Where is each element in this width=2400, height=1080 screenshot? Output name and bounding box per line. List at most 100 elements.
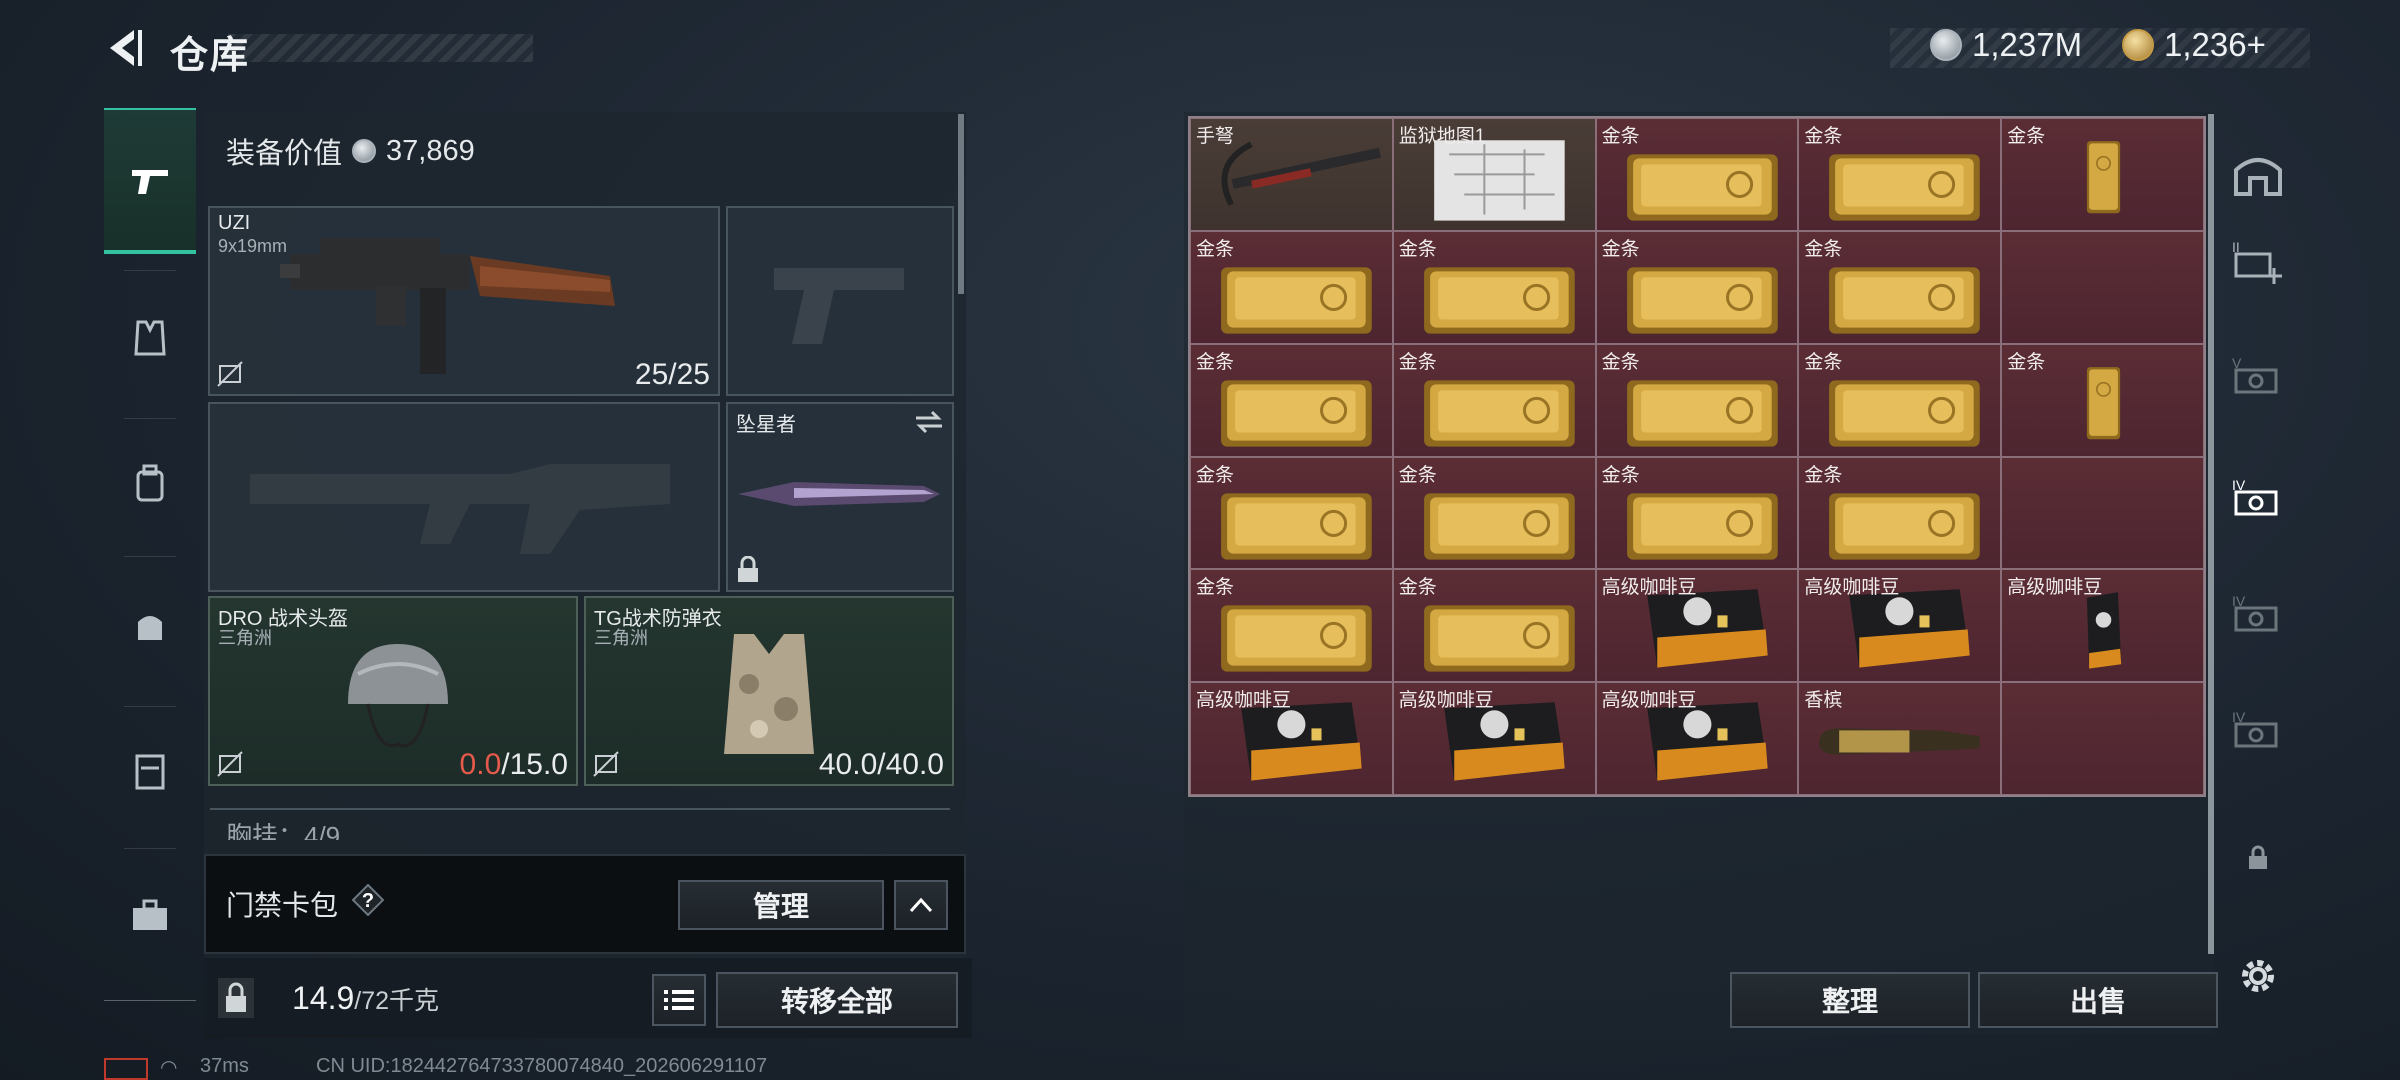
tab-rig[interactable]	[104, 268, 196, 408]
stash-item-label: 金条	[1601, 351, 1640, 373]
stash-item-label: 金条	[1196, 577, 1235, 599]
stash-tab-2[interactable]: II	[2228, 234, 2288, 290]
list-icon	[664, 990, 694, 1010]
transfer-all-button[interactable]: 转移全部	[716, 972, 958, 1028]
stash-item-gold[interactable]: 金条	[1595, 456, 1799, 570]
stash-tab-6[interactable]: IV	[2228, 704, 2288, 760]
stash-tab-5[interactable]: IV	[2228, 588, 2288, 644]
stash-tab-4[interactable]: IV	[2228, 472, 2288, 528]
stash-item-gold[interactable]: 金条	[1392, 569, 1596, 683]
pistol-icon	[132, 170, 168, 194]
page-title: 仓库	[170, 35, 251, 77]
back-arrow-icon[interactable]	[102, 26, 146, 70]
svg-text:?: ?	[362, 890, 374, 912]
sell-button[interactable]: 出售	[1978, 972, 2218, 1028]
melee-slot[interactable]: 坠星者	[726, 402, 954, 592]
stash-item-gold[interactable]: 金条	[1392, 456, 1596, 570]
stash-item-gold[interactable]: 金条	[1595, 343, 1799, 457]
uid-text: CN UID:1824427647337800748​40_2026062911…	[316, 1055, 768, 1077]
rifle-silhouette-icon	[250, 464, 670, 554]
category-rail	[104, 108, 196, 1008]
lock-icon	[2249, 845, 2267, 869]
ammo-count: 25/25	[634, 358, 710, 391]
stash-item-gold[interactable]: 金条	[1392, 230, 1596, 344]
battery-icon	[104, 1058, 148, 1080]
helmet-slot[interactable]: DRO 战术头盔 三角洲 0.0/15.0	[208, 596, 578, 786]
swap-icon[interactable]	[914, 410, 944, 434]
tab-case[interactable]	[104, 700, 196, 840]
stash-item-label: 金条	[1804, 351, 1843, 373]
secondary-weapon-slot[interactable]	[208, 402, 720, 592]
stash-tab-all[interactable]	[2228, 148, 2288, 204]
stash-item-gold[interactable]: 金条	[1798, 343, 2002, 457]
stash-tab-locked[interactable]	[2228, 830, 2288, 886]
stash-item-crossbow[interactable]: 手弩	[1190, 118, 1393, 231]
primary-weapon-slot[interactable]: UZI 9x19mm 25/25	[208, 206, 720, 396]
settings-button[interactable]	[2228, 948, 2288, 1004]
stash-grid: 手弩 监狱地图1 金条 金条 金条 金条 金条 金条 金条 金条 金条 金条 金条 金条 金条 金条 金条 金条金…	[1188, 116, 2206, 797]
stash-item-gold[interactable]: 金条	[1190, 456, 1393, 570]
chest-rig-row[interactable]: 胸挂：4/9	[210, 808, 950, 840]
stash-page-icon: IV	[2232, 477, 2278, 516]
stash-item-coffee[interactable]: 高级咖啡豆	[1392, 682, 1596, 795]
stash-item-gold[interactable]: 金条	[1190, 569, 1393, 683]
stash-item-label: 高级咖啡豆	[1804, 577, 1900, 599]
tab-weapons[interactable]	[104, 108, 196, 254]
stash-item-gold[interactable]: 金条	[1595, 230, 1799, 344]
armor-vest-image	[724, 634, 814, 754]
weapon-name: UZI	[218, 212, 251, 234]
sidearm-slot[interactable]	[726, 206, 954, 396]
stash-item-label: 金条	[1601, 464, 1640, 486]
pouch-icon	[138, 616, 162, 640]
stash-item-label: 高级咖啡豆	[2007, 577, 2103, 599]
collapse-button[interactable]	[894, 880, 948, 930]
armor-slot[interactable]: TG战术防弹衣 三角洲 40.0/40.0	[584, 596, 954, 786]
wifi-icon: ◠	[160, 1057, 178, 1079]
no-insurance-icon	[593, 751, 619, 777]
gear-icon	[2242, 960, 2274, 992]
no-insurance-icon	[217, 361, 243, 387]
tab-backpack[interactable]	[104, 414, 196, 554]
stash-item-gold[interactable]: 金条	[1798, 230, 2002, 344]
stash-item-gold[interactable]: 金条	[1392, 343, 1596, 457]
stash-item-coffee-v[interactable]: 高级咖啡豆	[2001, 569, 2204, 683]
stash-tab-3[interactable]: V	[2228, 350, 2288, 406]
stash-scrollbar[interactable]	[2208, 114, 2214, 954]
stash-item-label: 金条	[1196, 351, 1235, 373]
list-view-button[interactable]	[652, 974, 706, 1026]
stash-item-coffee[interactable]: 高级咖啡豆	[1190, 682, 1393, 795]
stash-item-label: 高级咖啡豆	[1196, 690, 1292, 712]
stash-item-coffee[interactable]: 高级咖啡豆	[1798, 569, 2002, 683]
stash-item-label: 香槟	[1804, 690, 1843, 712]
manage-button[interactable]: 管理	[678, 880, 884, 930]
stash-item-label: 监狱地图1	[1398, 126, 1486, 147]
chest-rig-label: 胸挂：4/9	[226, 821, 341, 840]
backpack-icon	[136, 464, 164, 502]
stash-item-champagne[interactable]: 香槟	[1798, 682, 2002, 795]
stash-item-gold[interactable]: 金条	[1798, 118, 2002, 231]
gold-currency[interactable]: 1,236+	[2122, 26, 2266, 64]
gold-amount: 1,236+	[2164, 26, 2266, 63]
stash-item-label: 金条	[1398, 464, 1437, 486]
equipment-scrollbar[interactable]	[958, 114, 964, 294]
tab-pouch[interactable]	[104, 556, 196, 696]
stash-item-gold-v[interactable]: 金条	[2001, 118, 2204, 231]
stash-item-empty	[2001, 230, 2204, 344]
stash-item-gold-v[interactable]: 金条	[2001, 343, 2204, 457]
stash-item-gold[interactable]: 金条	[1190, 230, 1393, 344]
stash-item-gold[interactable]: 金条	[1190, 343, 1393, 457]
lock-icon	[738, 556, 758, 582]
tab-toolbox[interactable]	[104, 846, 196, 986]
stash-item-map[interactable]: 监狱地图1	[1392, 118, 1596, 231]
keycard-label: 门禁卡包	[226, 890, 339, 921]
silver-amount: 1,237M	[1972, 26, 2083, 63]
backpack-lock-icon	[218, 978, 254, 1018]
sort-button[interactable]: 整理	[1730, 972, 1970, 1028]
stash-item-gold[interactable]: 金条	[1595, 118, 1799, 231]
stash-item-label: 金条	[1398, 351, 1437, 373]
stash-item-coffee[interactable]: 高级咖啡豆	[1595, 569, 1799, 683]
silver-currency[interactable]: 1,237M	[1930, 26, 2082, 64]
stash-item-coffee[interactable]: 高级咖啡豆	[1595, 682, 1799, 795]
help-icon[interactable]: ?	[352, 884, 384, 916]
stash-item-gold[interactable]: 金条	[1798, 456, 2002, 570]
